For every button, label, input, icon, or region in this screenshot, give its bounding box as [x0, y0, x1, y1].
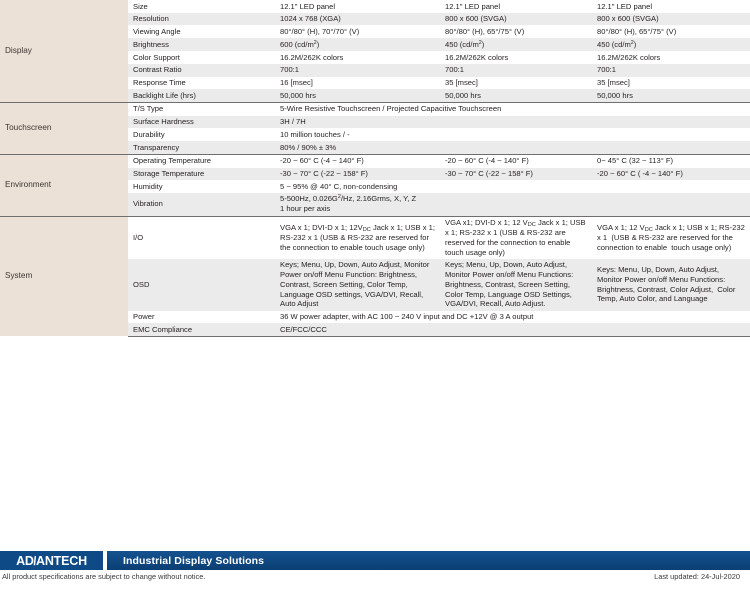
spec-item-label: Surface Hardness — [128, 115, 275, 129]
spec-value-col1: 12.1" LED panel — [275, 0, 440, 13]
footer-notes: All product specifications are subject t… — [0, 570, 750, 581]
spec-value-col1: 80°/80° (H), 70°/70° (V) — [275, 25, 440, 39]
spec-value-col2: 700:1 — [440, 63, 592, 77]
spec-value-col2: 16.2M/262K colors — [440, 51, 592, 64]
spec-value-col3: -20 ~ 60° C ( -4 ~ 140° F) — [592, 167, 750, 181]
footer-disclaimer: All product specifications are subject t… — [2, 572, 206, 581]
spec-item-label: Size — [128, 0, 275, 13]
spec-value-col1: 16.2M/262K colors — [275, 51, 440, 64]
spec-value-col3: 800 x 600 (SVGA) — [592, 12, 750, 26]
table-row: System I/O VGA x 1; DVI-D x 1; 12VDC Jac… — [0, 215, 750, 337]
logo-slash-glyph: \ — [31, 553, 39, 568]
spec-value-span: 3H / 7H — [275, 115, 750, 129]
spec-item-label: Response Time — [128, 76, 275, 90]
superscript-2: 2 — [478, 39, 482, 46]
spec-value-span: 5-Wire Resistive Touchscreen / Projected… — [275, 101, 750, 116]
subscript-dc: DC — [527, 222, 536, 229]
spec-item-label: EMC Compliance — [128, 323, 275, 337]
spec-item-label: Viewing Angle — [128, 25, 275, 39]
spec-value-col1: 700:1 — [275, 63, 440, 77]
superscript-2: 2 — [313, 39, 317, 46]
footer-brand-bar: AD \ ANTECH Industrial Display Solutions — [0, 551, 750, 570]
vibration-line-2: 1 hour per axis — [280, 204, 331, 214]
spec-table-body: Display Size 12.1" LED panel 12.1" LED p… — [0, 0, 750, 337]
superscript-2: 2 — [630, 39, 634, 46]
spec-item-label: Resolution — [128, 12, 275, 26]
spec-value-col2: 80°/80° (H), 65°/75° (V) — [440, 25, 592, 39]
subscript-dc: DC — [362, 226, 371, 233]
spec-value-col1: 600 (cd/m2) — [275, 38, 440, 52]
category-label-environment: Environment — [0, 153, 128, 217]
spec-value-span: 80% / 90% ± 3% — [275, 141, 750, 155]
spec-value-col1: 16 [msec] — [275, 76, 440, 90]
spec-value-col1: -20 ~ 60° C (-4 ~ 140° F) — [275, 153, 440, 168]
spec-value-span: 36 W power adapter, with AC 100 ~ 240 V … — [275, 310, 750, 324]
spec-value-col2: 800 x 600 (SVGA) — [440, 12, 592, 26]
subscript-dc: DC — [644, 226, 653, 233]
specification-sheet: Display Size 12.1" LED panel 12.1" LED p… — [0, 0, 750, 337]
spec-value-span: 5-500Hz, 0.026G2/Hz, 2.16Grms, X, Y, Z 1… — [275, 192, 750, 217]
brightness-col3: 450 (cd/m2) — [597, 39, 637, 49]
superscript-2: 2 — [337, 194, 341, 201]
category-label-touchscreen: Touchscreen — [0, 101, 128, 155]
spec-value-span: 5 ~ 95% @ 40° C, non-condensing — [275, 180, 750, 193]
spec-value-col2: -30 ~ 70° C (-22 ~ 158° F) — [440, 167, 592, 181]
brightness-col2: 450 (cd/m2) — [445, 39, 485, 49]
specification-table: Display Size 12.1" LED panel 12.1" LED p… — [0, 0, 750, 337]
spec-value-col3: 80°/80° (H), 65°/75° (V) — [592, 25, 750, 39]
spec-item-label: Brightness — [128, 38, 275, 52]
footer-tagline: Industrial Display Solutions — [123, 554, 265, 567]
spec-value-col2: -20 ~ 60° C (-4 ~ 140° F) — [440, 153, 592, 168]
spec-item-label: OSD — [128, 258, 275, 311]
spec-item-label: Storage Temperature — [128, 167, 275, 181]
spec-item-label: Color Support — [128, 51, 275, 64]
spec-item-label: Contrast Ratio — [128, 63, 275, 77]
spec-item-label: Backlight Life (hrs) — [128, 89, 275, 103]
spec-value-col3: 12.1" LED panel — [592, 0, 750, 13]
table-row: Environment Operating Temperature -20 ~ … — [0, 153, 750, 217]
spec-item-label: Operating Temperature — [128, 153, 275, 168]
spec-value-col2: Keys; Menu, Up, Down, Auto Adjust, Monit… — [440, 258, 592, 311]
spec-value-col1: 1024 x 768 (XGA) — [275, 12, 440, 26]
spec-value-col1: Keys; Menu, Up, Down, Auto Adjust, Monit… — [275, 258, 440, 311]
spec-item-label: Durability — [128, 128, 275, 142]
category-label-system: System — [0, 215, 128, 337]
spec-value-col1: VGA x 1; DVI-D x 1; 12VDC Jack x 1; USB … — [275, 215, 440, 259]
spec-value-col1: 50,000 hrs — [275, 89, 440, 103]
spec-value-col3: 700:1 — [592, 63, 750, 77]
spec-value-col2: 35 [msec] — [440, 76, 592, 90]
spec-item-label: Transparency — [128, 141, 275, 155]
spec-value-col1: -30 ~ 70° C (-22 ~ 158° F) — [275, 167, 440, 181]
spec-value-col3: VGA x 1; 12 VDC Jack x 1; USB x 1; RS-23… — [592, 215, 750, 259]
spec-value-col3: 0~ 45° C (32 ~ 113° F) — [592, 153, 750, 168]
spec-value-col3: 450 (cd/m2) — [592, 38, 750, 52]
spec-value-span: 10 million touches / - — [275, 128, 750, 142]
brightness-col1: 600 (cd/m2) — [280, 39, 320, 49]
spec-value-col3: Keys: Menu, Up, Down, Auto Adjust, Monit… — [592, 258, 750, 311]
table-row: Display Size 12.1" LED panel 12.1" LED p… — [0, 0, 750, 103]
spec-item-label: Humidity — [128, 180, 275, 193]
advantech-logo: AD \ ANTECH — [0, 551, 103, 570]
page-footer: AD \ ANTECH Industrial Display Solutions A… — [0, 551, 750, 581]
spec-value-col2: 12.1" LED panel — [440, 0, 592, 13]
spec-value-col3: 35 [msec] — [592, 76, 750, 90]
spec-value-span: CE/FCC/CCC — [275, 323, 750, 337]
spec-value-col2: 50,000 hrs — [440, 89, 592, 103]
spec-value-col3: 50,000 hrs — [592, 89, 750, 103]
spec-item-label: Vibration — [128, 192, 275, 217]
spec-item-label: T/S Type — [128, 101, 275, 116]
spec-item-label: I/O — [128, 215, 275, 259]
spec-value-col2: VGA x1; DVI-D x 1; 12 VDC Jack x 1; USB … — [440, 215, 592, 259]
category-label-display: Display — [0, 0, 128, 103]
vibration-line-1: 5-500Hz, 0.026G2/Hz, 2.16Grms, X, Y, Z — [280, 194, 417, 204]
spec-value-col3: 16.2M/262K colors — [592, 51, 750, 64]
footer-last-updated: Last updated: 24-Jul-2020 — [654, 572, 740, 581]
spec-value-col2: 450 (cd/m2) — [440, 38, 592, 52]
spec-item-label: Power — [128, 310, 275, 324]
table-row: Touchscreen T/S Type 5-Wire Resistive To… — [0, 101, 750, 155]
